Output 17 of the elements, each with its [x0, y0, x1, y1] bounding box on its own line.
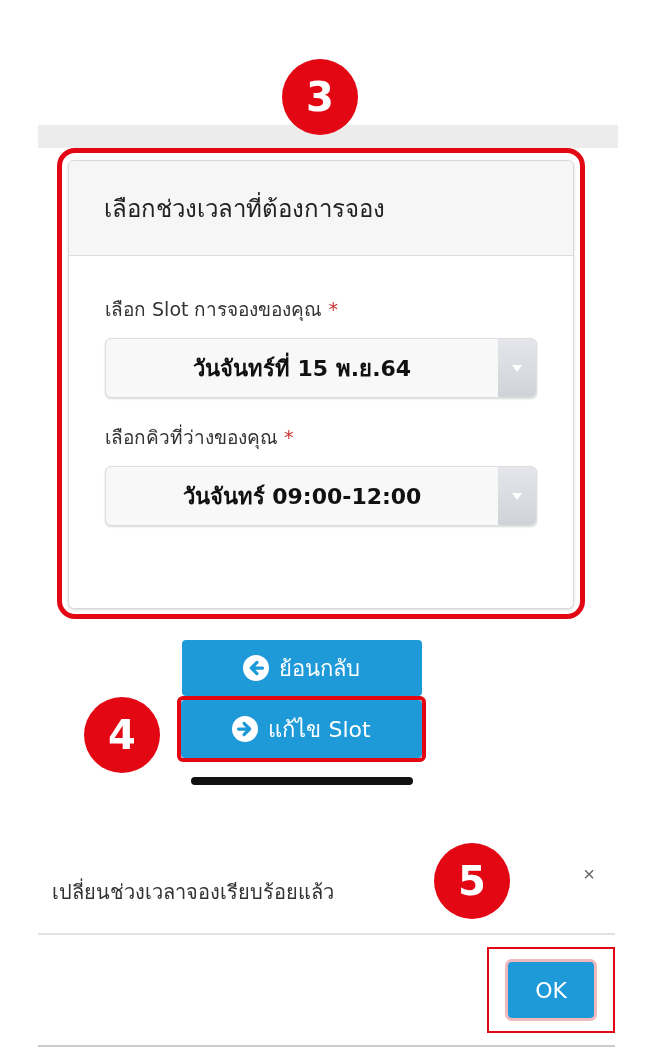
edit-slot-button[interactable]: แก้ไข Slot	[181, 700, 422, 758]
caret-icon	[512, 492, 522, 500]
ok-button[interactable]: OK	[505, 959, 597, 1021]
back-button[interactable]: ย้อนกลับ	[181, 640, 422, 696]
caret-icon	[512, 364, 522, 372]
select-field[interactable]: วันจันทร์ที่ 15 พ.ย.64	[105, 338, 537, 398]
required-mark: *	[284, 426, 294, 448]
field-label: เลือก Slot การจองของคุณ *	[105, 297, 340, 323]
dialog-message: เปลี่ยนช่วงเวลาจองเรียบร้อยแล้ว	[52, 877, 334, 906]
close-button[interactable]: ×	[583, 863, 595, 886]
step-badge: 5	[434, 843, 510, 919]
step-badge: 3	[282, 59, 358, 135]
select-field[interactable]: วันจันทร์ 09:00-12:00	[105, 466, 537, 526]
required-mark: *	[328, 298, 339, 320]
card-title: เลือกช่วงเวลาที่ต้องการจอง	[69, 161, 573, 256]
field-label: เลือกคิวที่ว่างของคุณ *	[105, 423, 295, 451]
step-badge: 4	[84, 697, 160, 773]
